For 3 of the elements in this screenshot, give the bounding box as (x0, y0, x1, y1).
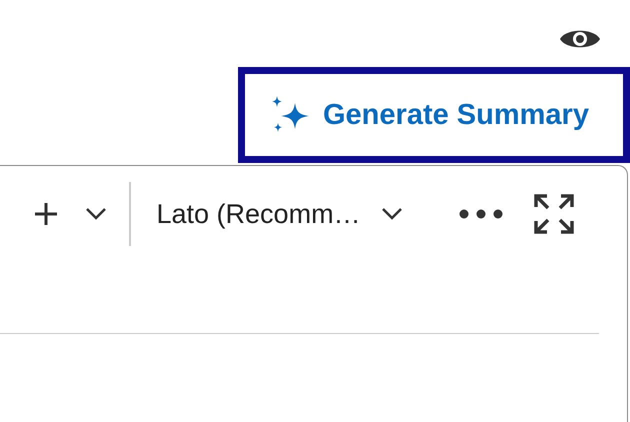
generate-summary-button[interactable]: Generate Summary (238, 67, 630, 163)
chevron-down-icon (380, 207, 403, 221)
font-select[interactable]: Lato (Recomm… (152, 198, 407, 230)
